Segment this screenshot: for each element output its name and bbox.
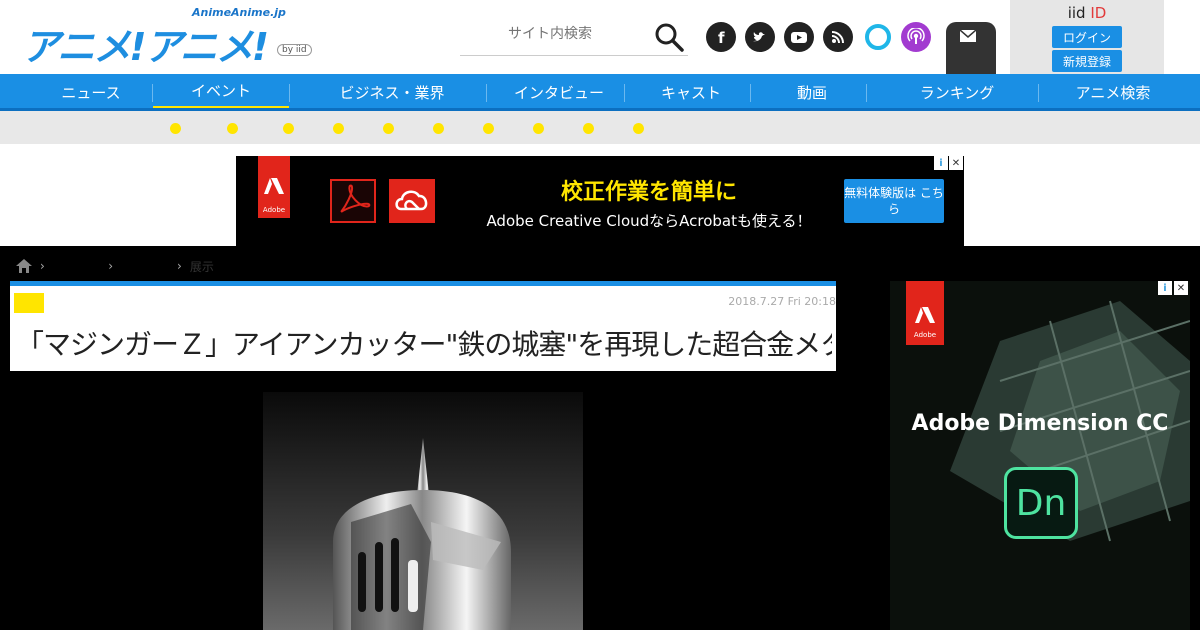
adobe-a-icon (264, 178, 284, 194)
iid-title: iid ID (1067, 4, 1107, 22)
svg-text:f: f (718, 29, 725, 46)
subnav-dot[interactable] (583, 123, 594, 134)
adobe-logo: Adobe (906, 281, 944, 345)
search-input[interactable] (460, 20, 640, 48)
adobe-logo: Adobe (258, 156, 290, 218)
helmet-object-image (333, 438, 511, 630)
ad-side-title: Adobe Dimension CC (911, 411, 1169, 436)
alexa-icon[interactable] (863, 22, 893, 52)
register-button[interactable]: 新規登録 (1052, 50, 1122, 72)
subnav-dot[interactable] (633, 123, 644, 134)
login-button[interactable]: ログイン (1052, 26, 1122, 48)
banner-ad[interactable]: Adobe 校正作業を簡単に Adobe Creative CloudならAcr… (236, 156, 964, 246)
subnav-dot[interactable] (227, 123, 238, 134)
breadcrumb-item[interactable]: ニュース (53, 258, 100, 275)
ad-headline: 校正作業を簡単に (560, 180, 737, 205)
article-date: 2018.7.27 Fri 20:18 (728, 295, 836, 308)
sub-nav (0, 111, 1200, 144)
iid-account-panel: iid ID ログイン 新規登録 (1010, 0, 1164, 74)
close-icon[interactable]: ✕ (949, 156, 963, 170)
main-nav: ニュース イベント ビジネス・業界 インタビュー キャスト 動画 ランキング ア… (0, 74, 1200, 110)
ad-cta-button[interactable]: 無料体験版は こちら (844, 179, 944, 223)
nav-item-interview[interactable]: インタビュー (496, 74, 622, 110)
adchoices-icon[interactable]: i (1158, 281, 1172, 295)
article-title: 「マジンガーＺ」アイアンカッター"鉄の城塞"を再現した超合金メタル風アートオブジ… (16, 328, 832, 361)
site-logo[interactable]: AnimeAnime.jp アニメ!アニメ! by iid (22, 6, 312, 69)
nav-item-news[interactable]: ニュース (30, 74, 152, 110)
sidebar-ad[interactable]: Adobe Adobe Dimension CC Dn i ✕ (890, 281, 1190, 630)
breadcrumb-item: 展示 (189, 259, 214, 274)
creative-cloud-icon (389, 179, 435, 223)
nav-item-business[interactable]: ビジネス・業界 (300, 74, 484, 110)
site-header: AnimeAnime.jp アニメ!アニメ! by iid f (0, 0, 1200, 128)
facebook-icon[interactable]: f (706, 22, 736, 52)
search-icon[interactable] (654, 22, 684, 52)
ad-subtext: Adobe Creative CloudならAcrobatも使える！ (486, 212, 812, 230)
nav-item-anime-search[interactable]: アニメ検索 (1048, 74, 1178, 110)
acrobat-icon (330, 179, 376, 223)
twitter-icon[interactable] (745, 22, 775, 52)
youtube-icon[interactable] (784, 22, 814, 52)
nav-item-event[interactable]: イベント (153, 74, 289, 110)
subnav-dot[interactable] (383, 123, 394, 134)
subnav-dot[interactable] (483, 123, 494, 134)
page-root: AnimeAnime.jp アニメ!アニメ! by iid f (0, 0, 1200, 630)
close-icon[interactable]: ✕ (1174, 281, 1188, 295)
rss-icon[interactable] (823, 22, 853, 52)
article-header: 2018.7.27 Fri 20:18 「マジンガーＺ」アイアンカッター"鉄の城… (10, 281, 836, 371)
nav-item-ranking[interactable]: ランキング (876, 74, 1038, 110)
home-icon[interactable] (16, 259, 32, 273)
subnav-dot[interactable] (170, 123, 181, 134)
adobe-a-icon (915, 307, 935, 323)
logo-text: アニメ!アニメ! (22, 25, 269, 69)
logo-by: by iid (277, 44, 312, 56)
mail-icon (960, 30, 976, 42)
podcast-icon[interactable] (901, 22, 931, 52)
subnav-dot[interactable] (433, 123, 444, 134)
nav-item-cast[interactable]: キャスト (634, 74, 748, 110)
adchoices-icon[interactable]: i (934, 156, 948, 170)
article-image (263, 392, 583, 630)
dimension-app-icon: Dn (1004, 467, 1078, 539)
breadcrumb: › ニュース › イベント › 展示 (16, 258, 214, 274)
search-box (460, 14, 688, 56)
subnav-dot[interactable] (333, 123, 344, 134)
nav-item-video[interactable]: 動画 (760, 74, 864, 110)
subnav-dot[interactable] (283, 123, 294, 134)
breadcrumb-item[interactable]: イベント (121, 258, 169, 275)
category-tag[interactable] (14, 293, 44, 313)
subnav-dot[interactable] (533, 123, 544, 134)
